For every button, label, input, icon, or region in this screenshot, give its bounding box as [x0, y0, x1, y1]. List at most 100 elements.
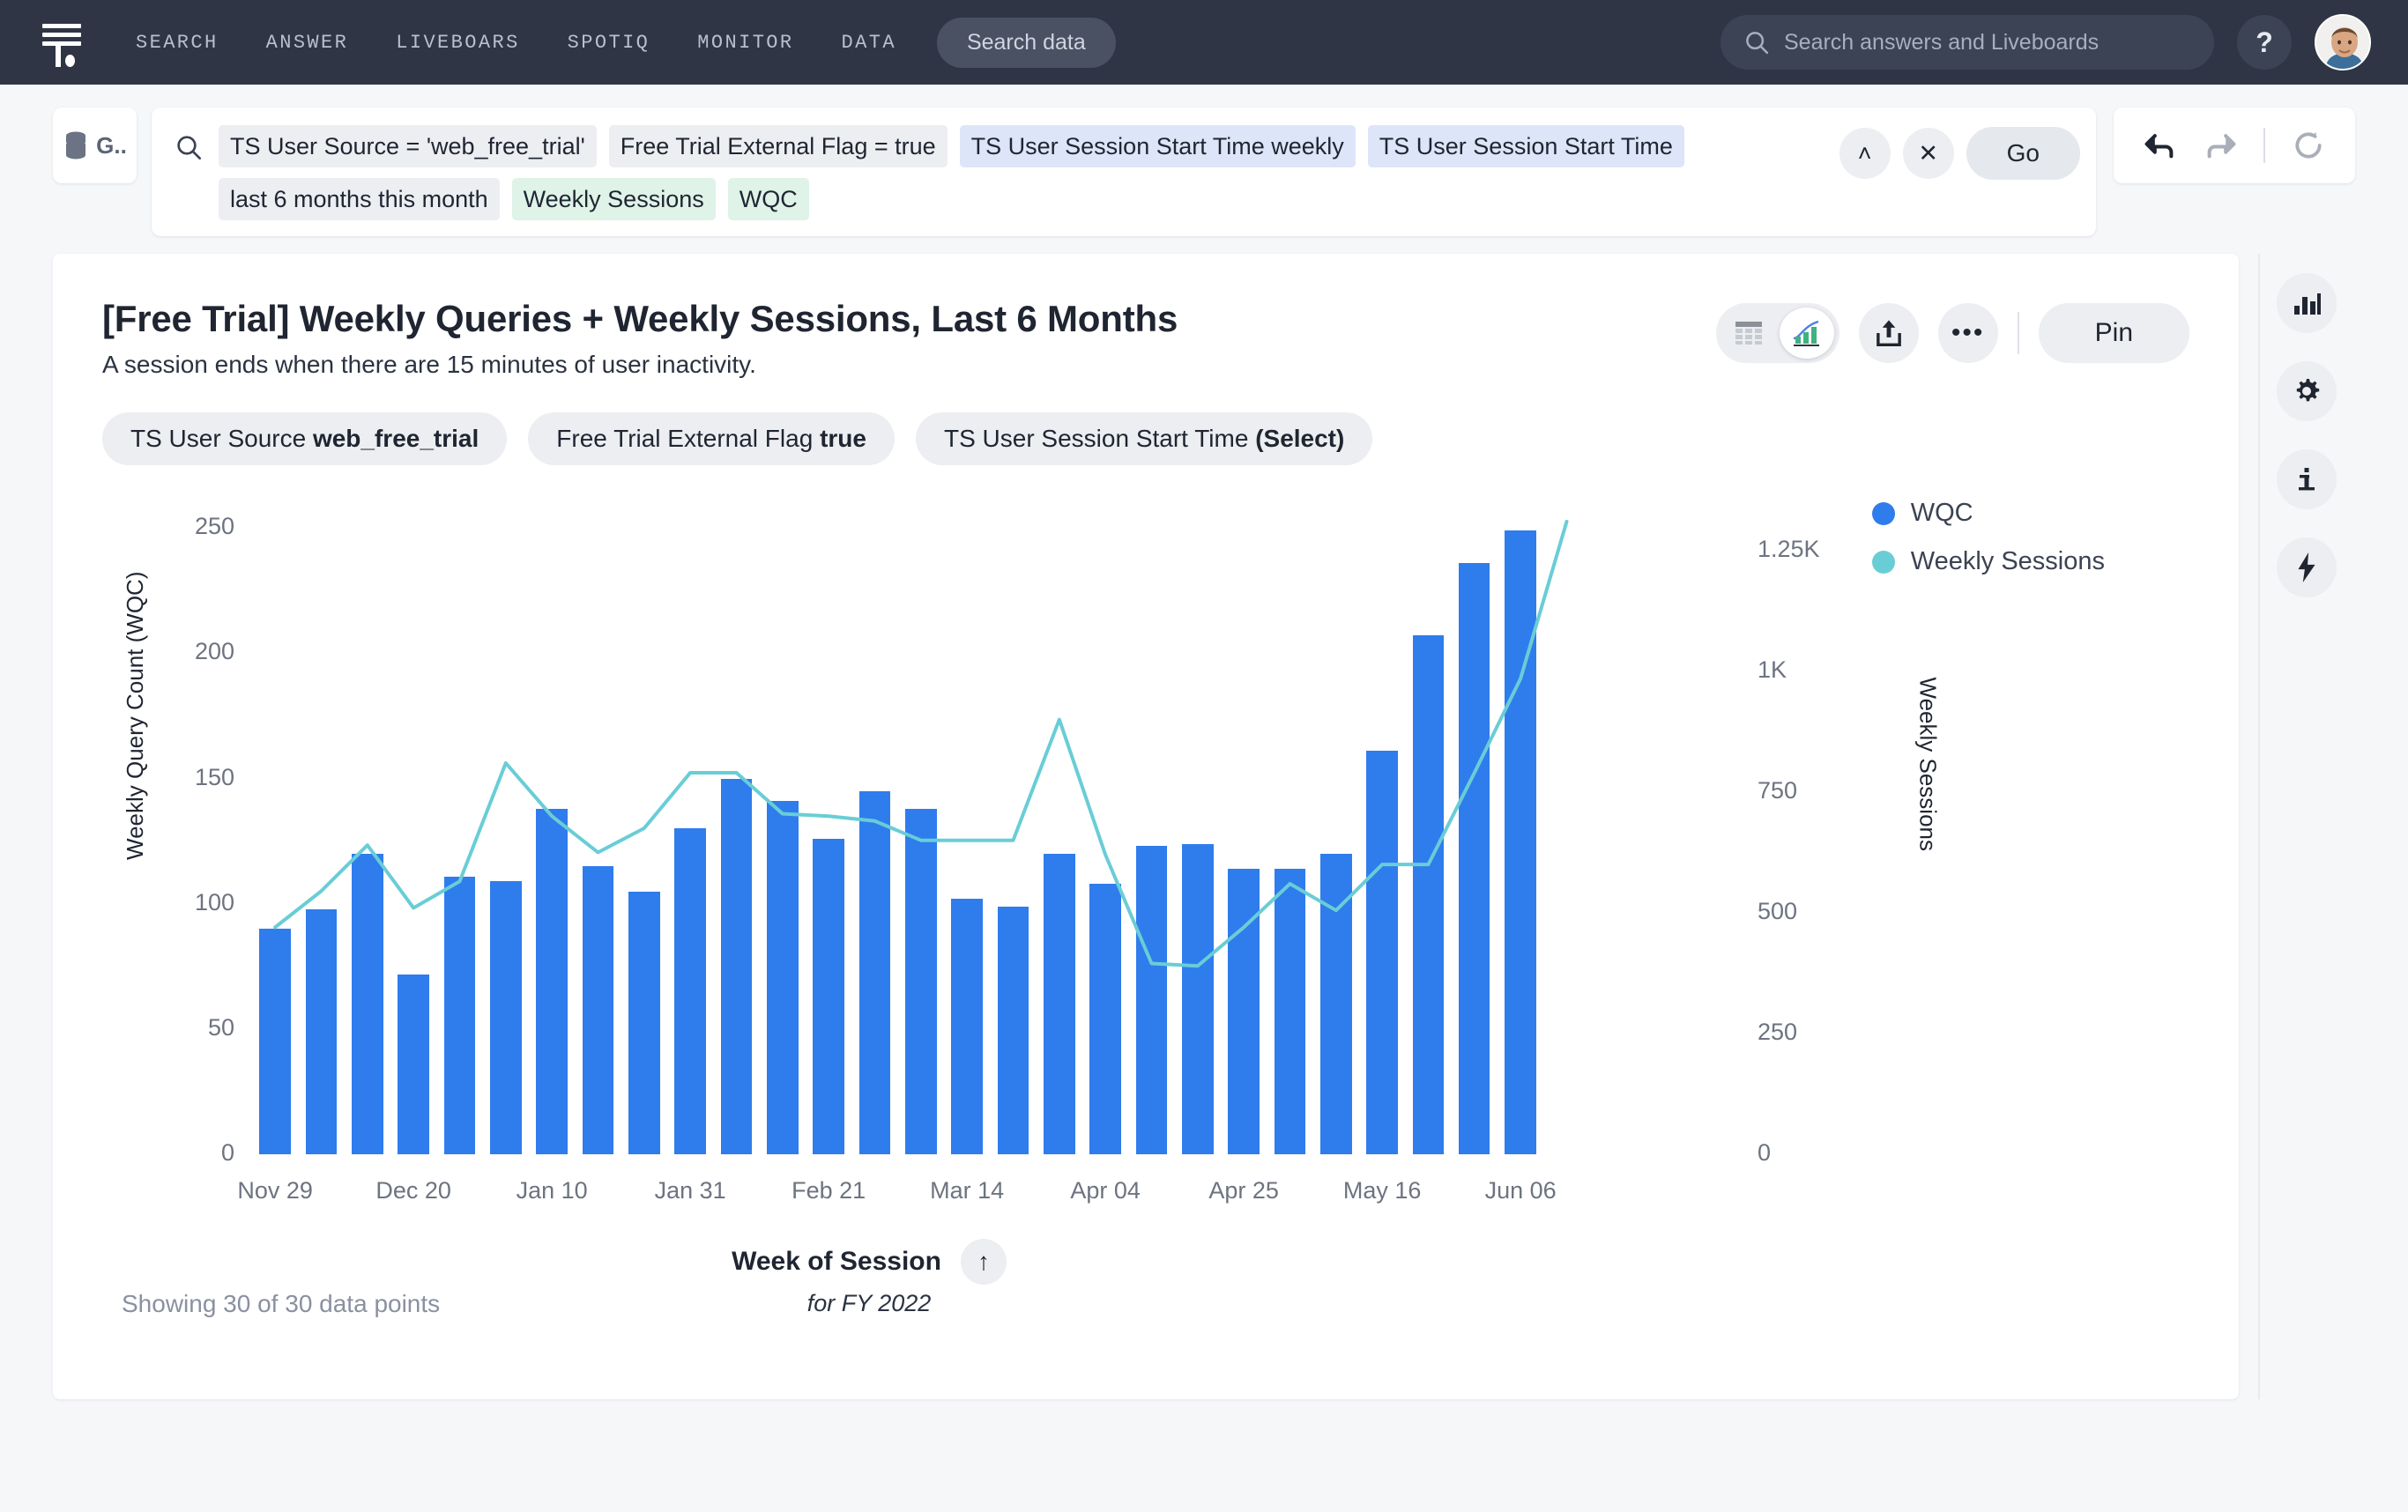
answer-area: [Free Trial] Weekly Queries + Weekly Ses…	[0, 236, 2408, 1400]
y2-axis-tick-label: 500	[1758, 898, 1798, 925]
lightning-icon	[2298, 552, 2315, 583]
nav-item-data[interactable]: DATA	[842, 32, 896, 54]
settings-button[interactable]	[2277, 361, 2337, 422]
nav-item-liveboards[interactable]: LIVEBOARS	[396, 32, 519, 54]
nav-item-monitor[interactable]: MONITOR	[697, 32, 793, 54]
filter-chip-name: Free Trial External Flag	[556, 425, 814, 453]
right-rail	[2258, 254, 2355, 1399]
user-avatar[interactable]	[2315, 14, 2371, 70]
query-token[interactable]: WQC	[727, 178, 809, 221]
pin-button[interactable]: Pin	[2038, 303, 2189, 364]
search-icon	[1746, 32, 1769, 55]
filter-chip-value: true	[820, 425, 866, 453]
query-token[interactable]: last 6 months this month	[219, 178, 500, 221]
y-axis-tick-label: 100	[194, 888, 234, 915]
thoughtspot-logo-icon[interactable]	[37, 18, 86, 67]
y-axis-left-title: Weekly Query Count (WQC)	[122, 571, 148, 861]
legend-color-swatch	[1871, 501, 1895, 525]
clear-close-icon[interactable]: ✕	[1902, 128, 1954, 179]
y2-axis-tick-label: 1.25K	[1758, 536, 1820, 563]
filter-chip-row: TS User Source web_free_trial Free Trial…	[53, 379, 2239, 466]
bar-chart-icon	[2294, 293, 2321, 315]
divider	[2017, 312, 2019, 355]
view-mode-toggle	[1715, 303, 1839, 364]
reset-refresh-icon[interactable]	[2292, 129, 2325, 162]
x-axis-tick-label: Feb 21	[792, 1177, 866, 1204]
x-axis-tick-label: Nov 29	[237, 1177, 313, 1204]
database-icon	[66, 131, 86, 159]
x-axis-tick-label: Jan 10	[516, 1177, 588, 1204]
chart-view-button[interactable]	[1779, 308, 1834, 359]
global-search-placeholder: Search answers and Liveboards	[1784, 29, 2100, 55]
divider	[2258, 254, 2260, 1400]
nav-item-search[interactable]: SEARCH	[136, 32, 219, 54]
x-axis-tick-label: May 16	[1342, 1177, 1422, 1204]
avatar-image	[2316, 16, 2369, 69]
page-subtitle: A session ends when there are 15 minutes…	[102, 351, 756, 379]
page-title: [Free Trial] Weekly Queries + Weekly Ses…	[102, 298, 1178, 340]
legend-color-swatch	[1871, 550, 1895, 574]
search-row: G.. TS User Source = 'web_free_trial' Fr…	[0, 85, 2408, 237]
legend-label: WQC	[1910, 499, 1973, 528]
nav-right-cluster: Search answers and Liveboards ?	[1721, 14, 2371, 70]
nav-item-spotiq[interactable]: SPOTIQ	[568, 32, 650, 54]
info-button[interactable]	[2277, 449, 2337, 510]
filter-chip-value: web_free_trial	[312, 425, 479, 453]
x-axis-subtitle: for FY 2022	[806, 1290, 932, 1317]
filter-chip-value: (Select)	[1255, 425, 1345, 453]
filter-chip[interactable]: Free Trial External Flag true	[528, 412, 895, 466]
search-query-bar[interactable]: TS User Source = 'web_free_trial' Free T…	[152, 107, 2096, 237]
undo-icon[interactable]	[2144, 130, 2177, 160]
filter-chip-name: TS User Source	[130, 425, 307, 453]
answer-header: [Free Trial] Weekly Queries + Weekly Ses…	[53, 254, 2239, 379]
x-axis-tick-label: Apr 04	[1070, 1177, 1141, 1204]
info-icon	[2299, 468, 2315, 491]
gear-icon	[2296, 379, 2320, 402]
datasource-selector[interactable]: G..	[53, 107, 137, 183]
y-axis-tick-label: 250	[194, 512, 234, 539]
table-view-button[interactable]	[1721, 308, 1776, 359]
top-navigation-bar: SEARCH ANSWER LIVEBOARS SPOTIQ MONITOR D…	[0, 0, 2408, 85]
query-token[interactable]: Weekly Sessions	[511, 178, 716, 221]
go-button[interactable]: Go	[1966, 127, 2080, 180]
y-axis-tick-label: 200	[194, 638, 234, 665]
global-search-input[interactable]: Search answers and Liveboards	[1721, 15, 2214, 70]
help-button[interactable]: ?	[2237, 15, 2292, 70]
share-button[interactable]	[1858, 303, 1919, 364]
filter-chip[interactable]: TS User Session Start Time (Select)	[915, 412, 1373, 466]
query-token-list: TS User Source = 'web_free_trial' Free T…	[219, 125, 1827, 221]
answer-toolbar: ••• Pin	[1715, 298, 2189, 364]
datasource-label: G..	[96, 131, 127, 159]
y2-axis-tick-label: 0	[1758, 1139, 1772, 1167]
y-axis-tick-label: 0	[220, 1139, 234, 1167]
nav-item-answer[interactable]: ANSWER	[266, 32, 349, 54]
y2-axis-tick-label: 1K	[1758, 656, 1787, 684]
divider	[2263, 128, 2265, 163]
legend-item-wqc[interactable]: WQC	[1871, 499, 2105, 528]
filter-chip[interactable]: TS User Source web_free_trial	[102, 412, 508, 466]
primary-nav-items: SEARCH ANSWER LIVEBOARS SPOTIQ MONITOR D…	[136, 32, 896, 54]
share-upload-icon	[1876, 320, 1901, 347]
search-data-button[interactable]: Search data	[936, 17, 1116, 68]
redo-icon[interactable]	[2204, 130, 2237, 160]
query-token[interactable]: Free Trial External Flag = true	[608, 125, 948, 168]
legend-item-weekly-sessions[interactable]: Weekly Sessions	[1871, 547, 2105, 576]
data-points-footnote: Showing 30 of 30 data points	[122, 1290, 441, 1318]
chart-legend: WQC Weekly Sessions	[1871, 499, 2105, 576]
sort-ascending-icon[interactable]: ↑	[960, 1239, 1007, 1286]
query-token[interactable]: TS User Source = 'web_free_trial'	[219, 125, 597, 168]
x-axis-tick-label: Jan 31	[654, 1177, 726, 1204]
x-axis-tick-label: Mar 14	[930, 1177, 1005, 1204]
more-options-button[interactable]: •••	[1937, 303, 1998, 364]
spotiq-insights-button[interactable]	[2277, 537, 2337, 598]
query-token[interactable]: TS User Session Start Time	[1367, 125, 1684, 168]
table-icon	[1735, 322, 1762, 345]
history-controls	[2114, 107, 2355, 183]
chart-icon	[1793, 321, 1819, 347]
y-axis-right-title: Weekly Sessions	[1914, 677, 1941, 852]
collapse-chevron-up-icon[interactable]: ˄	[1839, 128, 1891, 179]
x-axis-tick-label: Apr 25	[1208, 1177, 1279, 1204]
chart-config-button[interactable]	[2277, 273, 2337, 334]
query-token[interactable]: TS User Session Start Time weekly	[959, 125, 1356, 168]
x-axis-title: Week of Session	[732, 1247, 941, 1277]
